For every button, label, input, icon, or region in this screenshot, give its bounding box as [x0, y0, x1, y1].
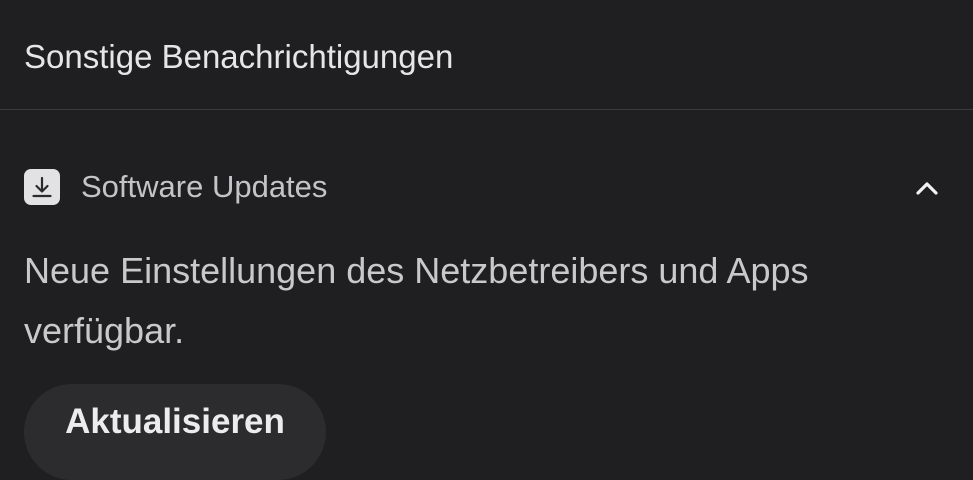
- chevron-up-icon: [916, 182, 938, 195]
- notification-message: Neue Einstellungen des Netzbetreibers un…: [24, 250, 809, 351]
- section-header: Sonstige Benachrichtigungen: [0, 0, 973, 110]
- collapse-button[interactable]: [906, 167, 948, 209]
- download-icon: [24, 169, 60, 205]
- update-button-label: Aktualisieren: [65, 402, 285, 441]
- app-name: Software Updates: [81, 169, 328, 204]
- notification-card[interactable]: Software Updates Neue Einstellungen des …: [0, 111, 973, 480]
- section-title: Sonstige Benachrichtigungen: [24, 38, 454, 75]
- update-button[interactable]: Aktualisieren: [24, 384, 326, 480]
